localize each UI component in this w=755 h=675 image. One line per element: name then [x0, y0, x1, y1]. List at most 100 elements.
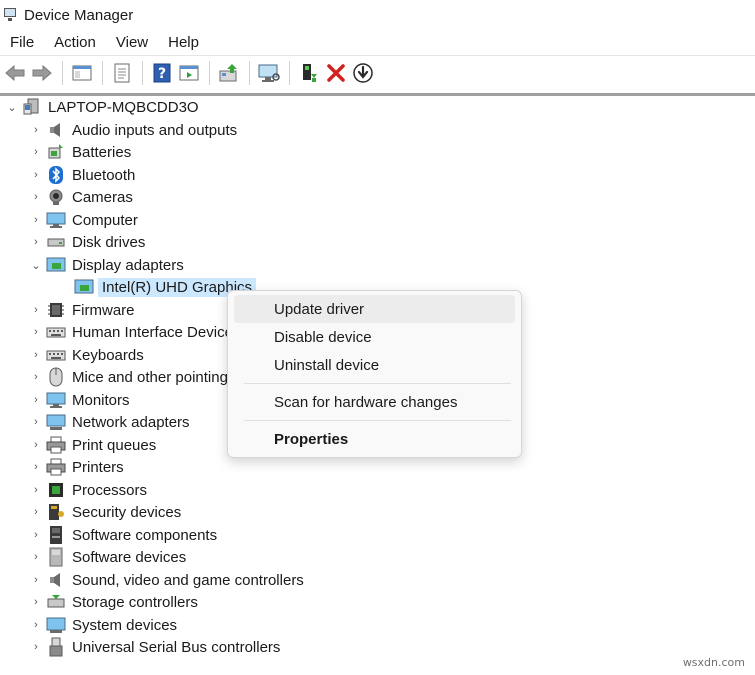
tree-item-disk-drives[interactable]: › Disk drives: [30, 231, 145, 253]
back-button[interactable]: [2, 59, 28, 87]
toolbar-separator: [62, 61, 63, 85]
bluetooth-icon: [46, 165, 66, 185]
window-title: Device Manager: [24, 6, 134, 24]
tree-item-hid[interactable]: › Human Interface Devices: [30, 321, 240, 343]
chevron-right-icon[interactable]: ›: [30, 389, 42, 411]
tree-item-label: Universal Serial Bus controllers: [72, 638, 281, 656]
display-adapter-icon: [74, 277, 94, 297]
disable-device-menu-item[interactable]: Disable device: [234, 323, 515, 351]
tree-item-label: Keyboards: [72, 346, 144, 364]
tree-item-display-adapters[interactable]: ⌄ Display adapters: [30, 254, 183, 276]
properties-menu-item[interactable]: Properties: [234, 425, 515, 453]
chevron-right-icon[interactable]: ›: [30, 591, 42, 613]
watermark: wsxdn.com: [682, 656, 745, 669]
tree-item-firmware[interactable]: › Firmware: [30, 299, 135, 321]
tree-item-print-queues[interactable]: › Print queues: [30, 434, 156, 456]
menu-file[interactable]: File: [0, 30, 44, 56]
monitor-icon: [46, 390, 66, 410]
chevron-down-icon[interactable]: ⌄: [30, 254, 42, 276]
usb-controller-icon: [46, 637, 66, 657]
properties-button[interactable]: [109, 59, 135, 87]
system-device-icon: [46, 615, 66, 635]
chevron-right-icon[interactable]: ›: [30, 141, 42, 163]
tree-item-processors[interactable]: › Processors: [30, 479, 147, 501]
help-button[interactable]: ?: [149, 59, 175, 87]
tree-root[interactable]: ⌄ LAPTOP-MQBCDD3O: [6, 96, 199, 118]
storage-controller-icon: [46, 592, 66, 612]
chevron-right-icon[interactable]: ›: [30, 524, 42, 546]
svg-text:?: ?: [158, 66, 166, 82]
tree-item-software-components[interactable]: › Software components: [30, 524, 217, 546]
tree-item-label: System devices: [72, 616, 178, 634]
tree-item-usb-controllers[interactable]: › Universal Serial Bus controllers: [30, 636, 280, 658]
camera-icon: [46, 187, 66, 207]
chevron-right-icon[interactable]: ›: [30, 299, 42, 321]
chevron-right-icon[interactable]: ›: [30, 636, 42, 658]
download-icon: [353, 63, 373, 83]
chevron-right-icon[interactable]: ›: [30, 546, 42, 568]
enable-device-button[interactable]: [296, 59, 322, 87]
chevron-right-icon[interactable]: ›: [30, 569, 42, 591]
update-driver-button[interactable]: [216, 59, 242, 87]
scan-hardware-button[interactable]: [256, 59, 282, 87]
chevron-right-icon[interactable]: ›: [30, 186, 42, 208]
toolbar-separator: [209, 61, 210, 85]
tree-item-keyboards[interactable]: › Keyboards: [30, 344, 144, 366]
show-hide-console-tree-icon: [72, 65, 92, 81]
disk-drive-icon: [46, 232, 66, 252]
chevron-right-icon[interactable]: ›: [30, 411, 42, 433]
tree-item-network-adapters[interactable]: › Network adapters: [30, 411, 190, 433]
chevron-down-icon[interactable]: ⌄: [6, 96, 18, 118]
tree-item-audio[interactable]: › Audio inputs and outputs: [30, 119, 237, 141]
tree-item-computer[interactable]: › Computer: [30, 209, 138, 231]
menu-action[interactable]: Action: [44, 30, 106, 56]
tree-item-label: Print queues: [72, 436, 157, 454]
download-button[interactable]: [350, 59, 376, 87]
context-menu: Update driver Disable device Uninstall d…: [227, 290, 522, 458]
tree-item-security-devices[interactable]: › Security devices: [30, 501, 181, 523]
mouse-icon: [46, 367, 66, 387]
forward-button[interactable]: [29, 59, 55, 87]
uninstall-device-button[interactable]: [323, 59, 349, 87]
chevron-right-icon[interactable]: ›: [30, 209, 42, 231]
tree-item-label: Firmware: [72, 301, 135, 319]
tree-item-system-devices[interactable]: › System devices: [30, 614, 177, 636]
tree-item-printers[interactable]: › Printers: [30, 456, 124, 478]
tree-item-label: Network adapters: [72, 413, 190, 431]
tree-item-cameras[interactable]: › Cameras: [30, 186, 133, 208]
chevron-right-icon[interactable]: ›: [30, 501, 42, 523]
chevron-right-icon[interactable]: ›: [30, 119, 42, 141]
tree-item-bluetooth[interactable]: › Bluetooth: [30, 164, 135, 186]
show-hide-console-tree-button[interactable]: [69, 59, 95, 87]
action-pane-icon: [179, 65, 199, 81]
tree-item-label: Processors: [72, 481, 148, 499]
chevron-right-icon[interactable]: ›: [30, 164, 42, 186]
uninstall-device-icon: [327, 64, 345, 82]
network-adapter-icon: [46, 412, 66, 432]
software-component-icon: [46, 525, 66, 545]
uninstall-device-menu-item[interactable]: Uninstall device: [234, 351, 515, 379]
speaker-icon: [46, 120, 66, 140]
update-driver-menu-item[interactable]: Update driver: [234, 295, 515, 323]
chevron-right-icon[interactable]: ›: [30, 344, 42, 366]
menu-separator: [244, 420, 511, 421]
tree-item-batteries[interactable]: › Batteries: [30, 141, 131, 163]
chevron-right-icon[interactable]: ›: [30, 479, 42, 501]
tree-item-monitors[interactable]: › Monitors: [30, 389, 129, 411]
tree-item-software-devices[interactable]: › Software devices: [30, 546, 186, 568]
chevron-right-icon[interactable]: ›: [30, 321, 42, 343]
menu-view[interactable]: View: [106, 30, 158, 56]
chevron-right-icon[interactable]: ›: [30, 434, 42, 456]
chevron-right-icon[interactable]: ›: [30, 231, 42, 253]
chevron-right-icon[interactable]: ›: [30, 366, 42, 388]
menu-help[interactable]: Help: [158, 30, 209, 56]
tree-item-label: Human Interface Devices: [72, 323, 241, 341]
update-driver-icon: [219, 64, 237, 82]
scan-hardware-menu-item[interactable]: Scan for hardware changes: [234, 388, 515, 416]
tree-item-sound-controllers[interactable]: › Sound, video and game controllers: [30, 569, 304, 591]
chevron-right-icon[interactable]: ›: [30, 456, 42, 478]
tree-item-storage-controllers[interactable]: › Storage controllers: [30, 591, 198, 613]
chevron-right-icon[interactable]: ›: [30, 614, 42, 636]
action-pane-button[interactable]: [176, 59, 202, 87]
hid-icon: [46, 322, 66, 342]
